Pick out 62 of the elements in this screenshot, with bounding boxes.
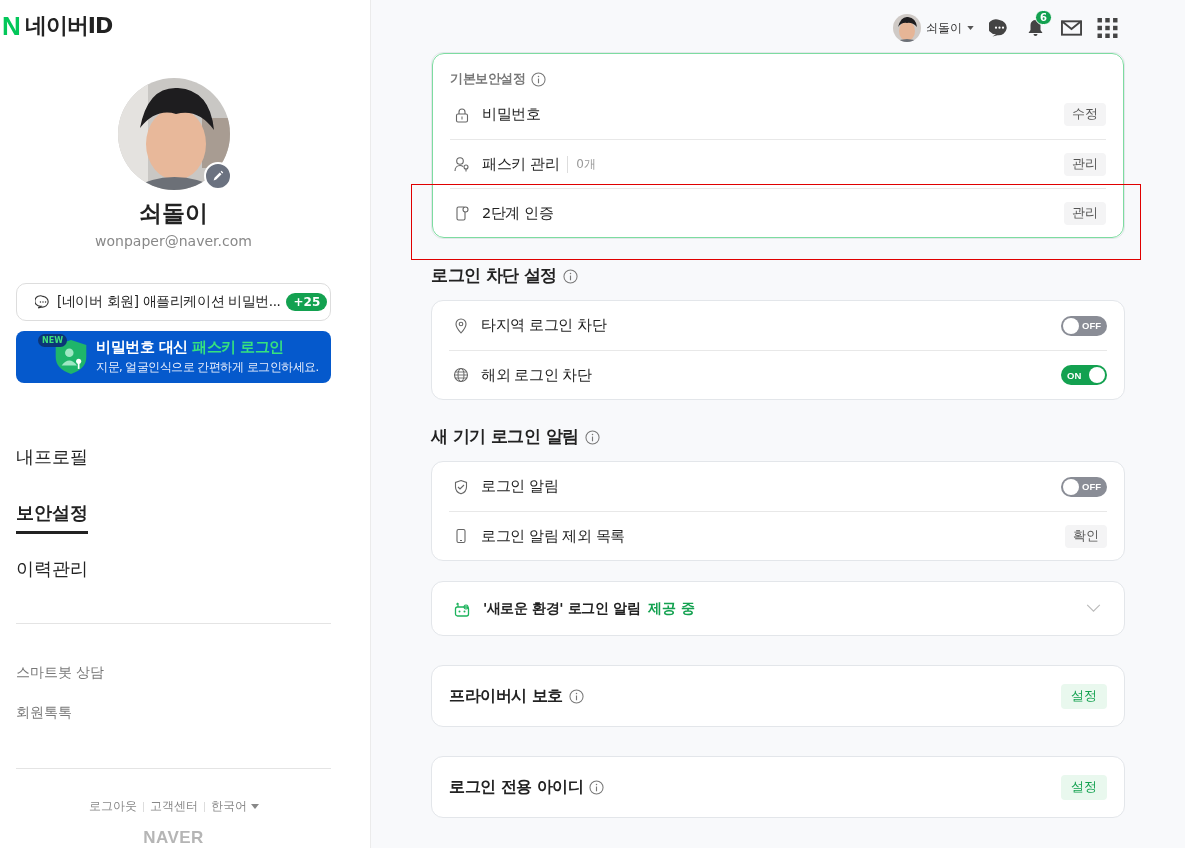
chat-bubble-icon [35,293,51,310]
help-link[interactable]: 스마트봇 상담 [16,664,105,682]
status-text: 제공 중 [648,599,696,618]
expander-card[interactable]: '새로운 환경' 로그인 알림 제공 중 [431,581,1125,636]
edit-photo-button[interactable] [203,162,232,190]
brand-logo: NAVER [142,828,205,848]
caret-icon [250,804,259,809]
lock-icon [454,106,470,123]
setting-label: 패스키 관리 [482,154,560,174]
phone-icon [453,528,469,544]
chat-icon[interactable] [989,18,1010,38]
setting-label: 로그인 알림 제외 목록 [481,526,626,546]
action-button[interactable]: 관리 [1064,152,1106,176]
setting-label: 비밀번호 [482,105,541,124]
action-button[interactable]: 관리 [1064,201,1106,225]
shield-check-icon [453,478,469,495]
section-heading: 로그인 차단 설정 [431,265,557,287]
info-icon[interactable] [589,779,605,795]
passkey-count: 0개 [567,155,596,173]
banner-title: 비밀번호 대신 [96,339,188,356]
action-button[interactable]: 수정 [1064,103,1106,126]
user-menu[interactable]: 쇠돌이 [893,14,974,42]
footer-link[interactable]: 로그아웃 [88,799,137,814]
profile-name: 쇠돌이 [138,199,209,228]
person-key-icon [454,156,470,172]
passkey-banner[interactable]: NEW 비밀번호 대신 패스키 로그인 지문, 얼굴인식으로 간편하게 로그인하세요. [16,330,331,383]
info-icon[interactable] [531,71,546,87]
card-heading: 기본보안설정 [450,70,525,88]
logo-text[interactable]: 네이버ID [24,11,113,41]
banner-subtitle: 지문, 얼굴인식으로 간편하게 로그인하세요. [96,360,319,376]
setting-title: 로그인 전용 아이디 [449,776,584,798]
new-badge: NEW [38,333,67,347]
count-badge: +25 [286,292,328,311]
banner-highlight: 패스키 로그인 [192,339,284,356]
setting-label: 해외 로그인 차단 [481,365,592,385]
notification-badge: 6 [1035,10,1052,25]
help-link[interactable]: 회원톡톡 [16,704,72,722]
nav-item[interactable]: 이력관리 [16,557,88,613]
action-button[interactable]: 확인 [1065,524,1107,548]
globe-icon [453,367,469,383]
chevron-icon [1086,604,1101,613]
mail-icon[interactable] [1061,18,1082,38]
notice-button[interactable]: [네이버 회원] 애플리케이션 비밀번... +25 [16,283,331,321]
nav-item[interactable]: 보안설정 [16,501,88,534]
profile-email: wonpaper@naver.com [94,233,253,249]
expander-label: '새로운 환경' 로그인 알림 [483,599,641,618]
setting-label: 2단계 인증 [482,203,554,223]
info-icon[interactable] [563,268,578,284]
info-icon[interactable] [568,688,584,704]
footer-link[interactable]: 고객센터 [149,799,198,814]
caret-icon [967,26,974,30]
apps-grid-icon[interactable] [1097,18,1118,38]
location-pin-icon [453,317,469,334]
phone-lock-icon [454,205,470,221]
setting-title: 프라이버시 보호 [449,685,563,707]
setting-label: 로그인 알림 [481,477,559,496]
notice-text: [네이버 회원] 애플리케이션 비밀번... [57,292,281,311]
info-icon[interactable] [584,429,600,445]
section-heading: 새 기기 로그인 알림 [431,426,579,448]
nav-item[interactable]: 내프로필 [16,445,88,501]
setting-label: 타지역 로그인 차단 [481,316,607,335]
language-select[interactable]: 한국어 [210,799,259,814]
